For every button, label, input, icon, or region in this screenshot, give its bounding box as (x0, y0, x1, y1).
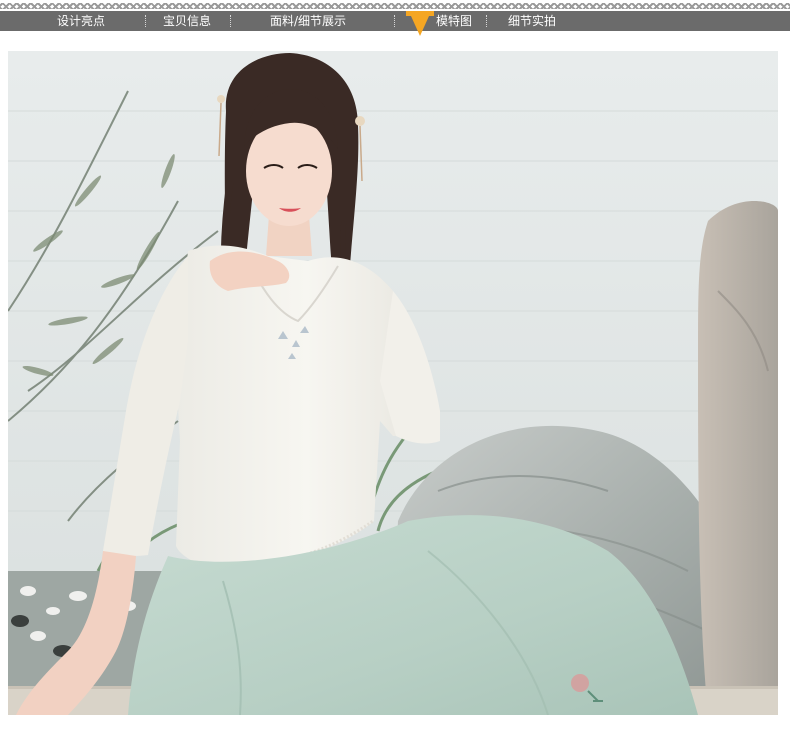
tab-separator (486, 15, 487, 27)
tab-product-info[interactable]: 宝贝信息 (163, 11, 211, 31)
tab-design-highlights[interactable]: 设计亮点 (57, 11, 105, 31)
tab-separator (230, 15, 231, 27)
tab-fabric-details[interactable]: 面料/细节展示 (270, 11, 346, 31)
tab-separator (394, 15, 395, 27)
model-photo-illustration (8, 51, 778, 715)
triangle-down-icon (411, 16, 429, 36)
decorative-border (0, 3, 790, 9)
tab-model-photos[interactable]: 模特图 (436, 11, 472, 31)
tab-separator (145, 15, 146, 27)
tab-bar: 设计亮点 宝贝信息 面料/细节展示 模特图 细节实拍 (0, 11, 790, 31)
tab-detail-shots[interactable]: 细节实拍 (508, 11, 556, 31)
model-photo (8, 51, 778, 715)
